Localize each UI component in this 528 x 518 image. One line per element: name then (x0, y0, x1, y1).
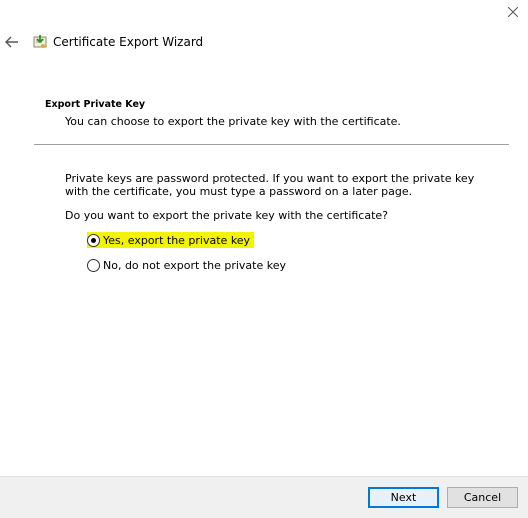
window-title: Certificate Export Wizard (53, 35, 204, 49)
description-text: Private keys are password protected. If … (65, 172, 475, 198)
radio-yes-label: Yes, export the private key (103, 233, 251, 247)
back-button[interactable] (2, 32, 22, 52)
radio-button-checked[interactable] (87, 233, 100, 247)
close-icon (508, 7, 518, 17)
section-subtitle: You can choose to export the private key… (65, 115, 401, 128)
next-button[interactable]: Next (368, 487, 439, 508)
radio-yes-export-key[interactable]: Yes, export the private key (87, 232, 255, 248)
cancel-button[interactable]: Cancel (447, 487, 518, 508)
radio-button-unchecked[interactable] (87, 258, 100, 272)
radio-no-label: No, do not export the private key (103, 258, 286, 272)
header-divider (34, 144, 509, 145)
back-arrow-icon (5, 36, 18, 48)
certificate-icon (31, 33, 49, 51)
section-title: Export Private Key (45, 99, 146, 110)
question-text: Do you want to export the private key wi… (65, 209, 389, 222)
close-button[interactable] (498, 0, 528, 24)
radio-no-export-key[interactable]: No, do not export the private key (87, 257, 286, 273)
